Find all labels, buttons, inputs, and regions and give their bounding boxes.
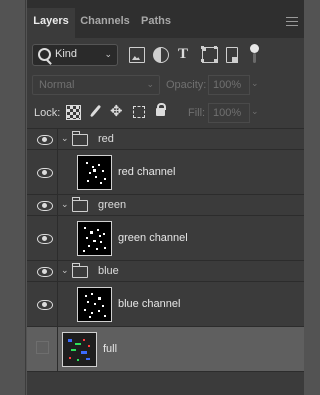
blend-mode-dropdown[interactable]: Normal ⌄: [32, 75, 160, 95]
lock-all-icon[interactable]: [156, 103, 166, 116]
layer-name: green channel: [118, 232, 188, 244]
opacity-label: Opacity:: [166, 79, 207, 91]
type-layer-filter-icon[interactable]: T: [178, 47, 192, 62]
layer-name: red: [98, 133, 114, 145]
layer-thumbnail: [77, 155, 112, 190]
pixel-layer-filter-icon[interactable]: [129, 47, 145, 63]
folder-icon: [72, 131, 88, 146]
visibility-eye-icon[interactable]: [37, 300, 53, 310]
layers-panel: Layers Channels Paths Kind ⌄ T Normal ⌄ …: [27, 0, 304, 395]
layer-thumbnail: [62, 332, 97, 367]
tab-channels[interactable]: Channels: [79, 8, 131, 38]
lock-transparent-pixels-icon[interactable]: [66, 105, 81, 120]
layer-full[interactable]: full: [27, 327, 304, 372]
opacity-field[interactable]: 100%: [208, 75, 250, 95]
visibility-eye-icon[interactable]: [37, 234, 53, 244]
layer-name: red channel: [118, 166, 176, 178]
kind-filter-dropdown[interactable]: Kind ⌄: [32, 44, 118, 66]
fill-label: Fill:: [188, 107, 206, 119]
layer-red-channel[interactable]: red channel: [27, 150, 304, 195]
search-icon: [38, 48, 51, 61]
visibility-eye-icon[interactable]: [37, 135, 53, 145]
tab-layers[interactable]: Layers: [27, 8, 75, 38]
smart-object-filter-icon[interactable]: [226, 47, 238, 63]
layer-name: blue channel: [118, 298, 181, 310]
layer-group-blue[interactable]: ⌄ blue: [27, 261, 304, 282]
visibility-eye-icon[interactable]: [37, 168, 53, 178]
layer-thumbnail: [77, 287, 112, 322]
expand-chevron-icon[interactable]: ⌄: [61, 265, 69, 276]
left-gutter: [0, 0, 26, 395]
layer-name: green: [98, 199, 127, 211]
folder-icon: [72, 197, 88, 212]
expand-chevron-icon[interactable]: ⌄: [61, 133, 69, 144]
fill-field[interactable]: 100%: [208, 103, 250, 123]
kind-filter-label: Kind: [55, 48, 78, 60]
filter-row: Kind ⌄ T: [27, 38, 304, 72]
layer-thumbnail: [77, 221, 112, 256]
chevron-down-icon: ⌄: [104, 49, 112, 59]
visibility-eye-icon[interactable]: [37, 267, 53, 277]
panel-tab-bar: Layers Channels Paths: [27, 0, 304, 38]
filter-toggle[interactable]: [250, 44, 260, 66]
tab-paths[interactable]: Paths: [137, 8, 175, 38]
fill-value: 100%: [213, 107, 242, 119]
lock-row: Lock: ✥ Fill: 100% ⌄: [27, 96, 304, 129]
layer-name: blue: [98, 265, 119, 277]
lock-label: Lock:: [34, 107, 61, 119]
adjustment-layer-filter-icon[interactable]: [153, 47, 169, 63]
lock-image-pixels-icon[interactable]: [89, 105, 102, 118]
fill-chevron-icon[interactable]: ⌄: [251, 106, 259, 117]
panel-menu-icon[interactable]: [286, 17, 298, 26]
chevron-down-icon: ⌄: [146, 79, 154, 89]
folder-icon: [72, 263, 88, 278]
layer-group-red[interactable]: ⌄ red: [27, 129, 304, 150]
lock-artboard-icon[interactable]: [133, 106, 145, 118]
visibility-eye-icon[interactable]: [37, 201, 53, 211]
lock-position-icon[interactable]: ✥: [110, 104, 123, 119]
expand-chevron-icon[interactable]: ⌄: [61, 199, 69, 210]
layer-name: full: [103, 343, 118, 355]
opacity-chevron-icon[interactable]: ⌄: [251, 78, 259, 89]
visibility-toggle-empty[interactable]: [36, 341, 49, 354]
gutter-edge: [25, 0, 26, 395]
layer-group-green[interactable]: ⌄ green: [27, 195, 304, 216]
blend-row: Normal ⌄ Opacity: 100% ⌄: [27, 72, 304, 96]
layer-blue-channel[interactable]: blue channel: [27, 282, 304, 327]
opacity-value: 100%: [213, 79, 242, 91]
shape-layer-filter-icon[interactable]: [201, 46, 218, 63]
blend-mode-value: Normal: [39, 79, 75, 91]
layer-green-channel[interactable]: green channel: [27, 216, 304, 261]
